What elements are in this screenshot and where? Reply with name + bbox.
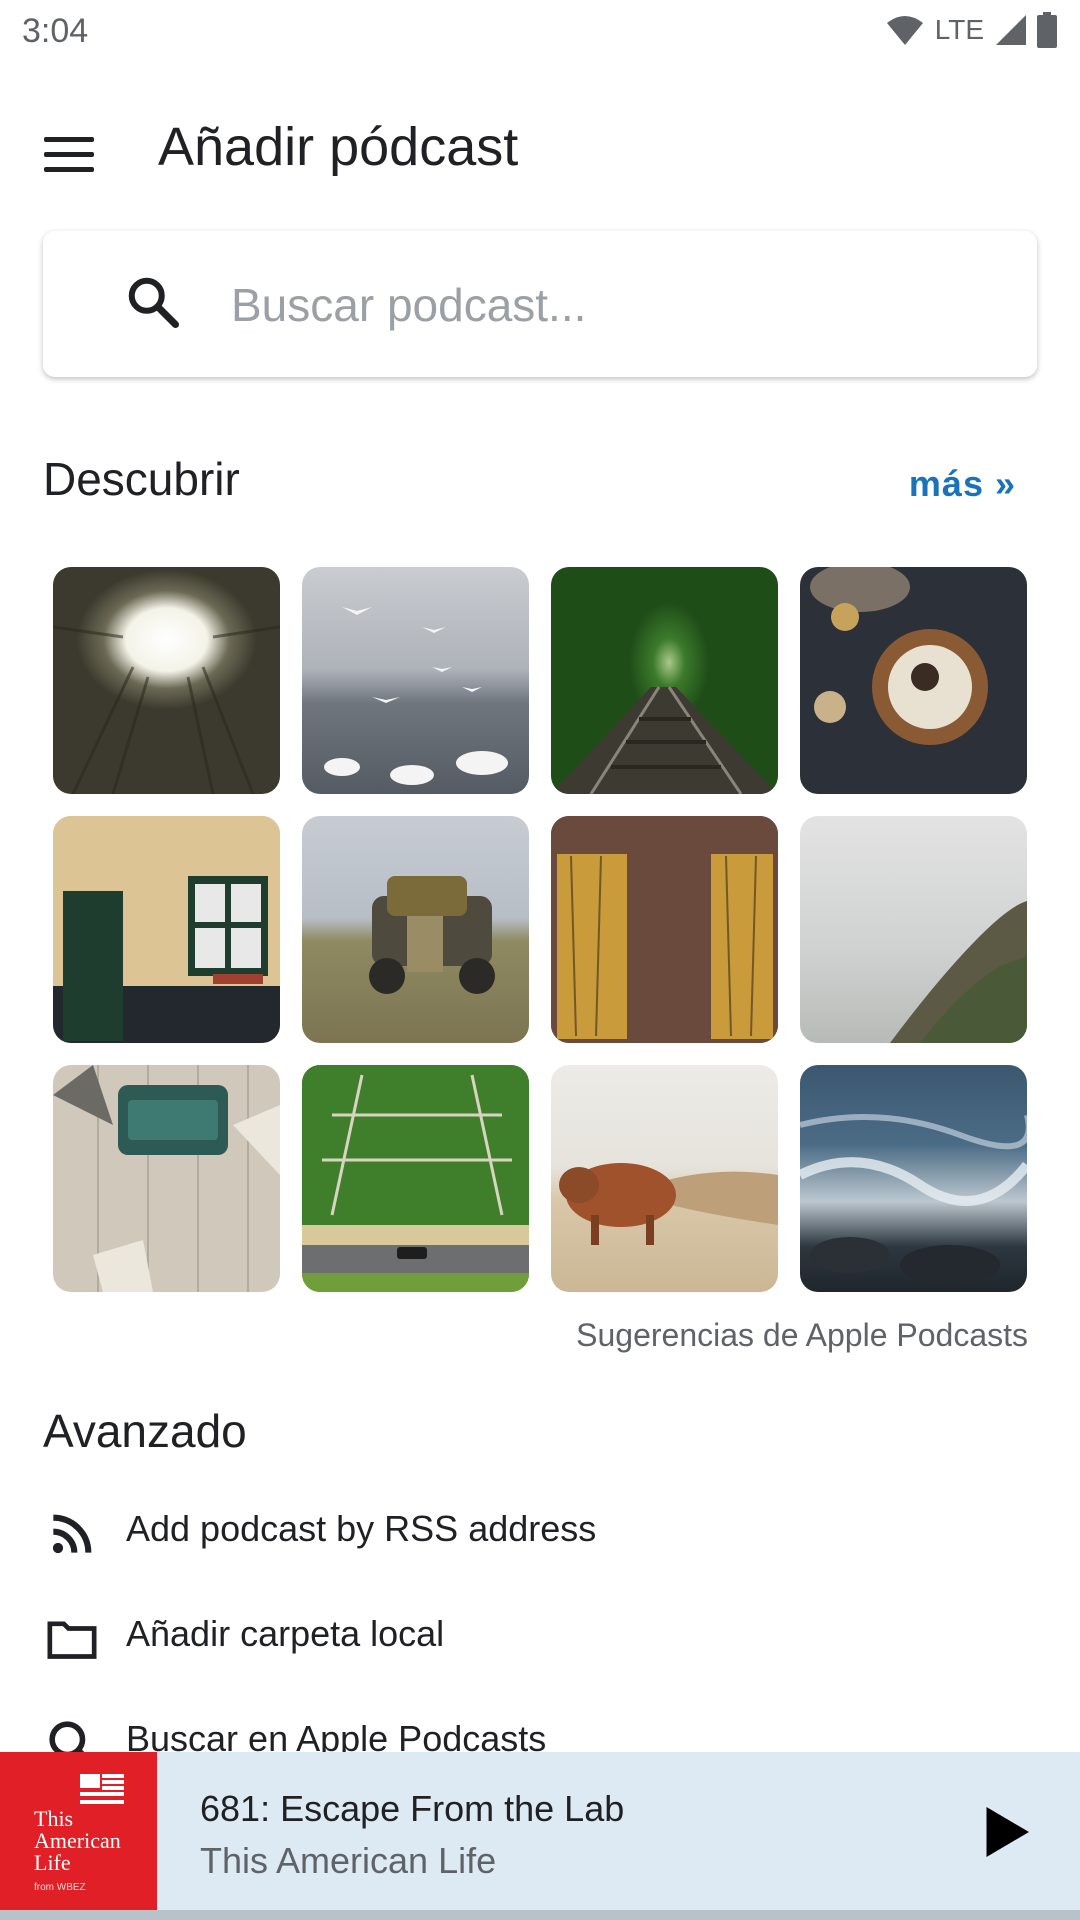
app-bar: Añadir pódcast	[0, 66, 1080, 236]
rss-icon	[52, 1514, 92, 1554]
discover-grid	[53, 567, 1027, 1292]
search-input[interactable]	[229, 231, 1013, 379]
podcast-tile-12[interactable]	[800, 1065, 1027, 1292]
battery-icon	[1037, 12, 1057, 48]
status-time: 3:04	[22, 12, 89, 50]
brick-house-door-image	[53, 816, 280, 1043]
rusty-shutters-image	[551, 816, 778, 1043]
podcast-tile-6[interactable]	[302, 816, 529, 1043]
food-table-image	[810, 567, 988, 745]
podcast-tile-1[interactable]	[53, 567, 280, 794]
add-rss-item[interactable]: Add podcast by RSS address	[0, 1484, 1080, 1584]
search-icon	[128, 277, 179, 328]
episode-title: 681: Escape From the Lab	[200, 1788, 625, 1829]
discover-title: Descubrir	[43, 453, 240, 505]
ocean-waves-image	[800, 1114, 1027, 1285]
typewriter-desk-image	[53, 1065, 280, 1292]
highland-cow-beach-image	[559, 1163, 778, 1245]
play-icon[interactable]	[974, 1802, 1034, 1862]
building-courtyard-image	[53, 625, 280, 794]
podcast-tile-9[interactable]	[53, 1065, 280, 1292]
seagulls-swans-image	[324, 607, 508, 785]
search-box[interactable]	[43, 231, 1037, 379]
artwork-sub-text: from WBEZ	[34, 1882, 86, 1893]
green-field-road-image	[302, 1065, 529, 1292]
podcast-tile-2[interactable]	[302, 567, 529, 794]
artwork-brand-text: This American Life	[34, 1806, 121, 1875]
discover-caption: Sugerencias de Apple Podcasts	[576, 1317, 1028, 1353]
old-truck-field-image	[369, 876, 495, 994]
folder-icon	[47, 1621, 97, 1659]
network-type: LTE	[934, 14, 984, 45]
railway-forest-image	[551, 686, 778, 794]
podcast-tile-11[interactable]	[551, 1065, 778, 1292]
add-rss-label: Add podcast by RSS address	[126, 1508, 597, 1549]
more-link[interactable]: más »	[909, 463, 1016, 505]
foggy-cliff-image	[890, 901, 1027, 1043]
menu-icon[interactable]	[44, 126, 100, 182]
flag-logo-icon	[80, 1774, 124, 1804]
podcast-tile-4[interactable]	[800, 567, 1027, 794]
page-title: Añadir pódcast	[158, 117, 519, 177]
status-bar: 3:04 LTE	[0, 0, 1080, 66]
podcast-tile-10[interactable]	[302, 1065, 529, 1292]
wifi-icon	[886, 16, 923, 45]
add-local-folder-label: Añadir carpeta local	[126, 1613, 445, 1654]
podcast-artwork: This American Life from WBEZ	[0, 1752, 157, 1910]
show-name: This American Life	[200, 1840, 497, 1881]
podcast-tile-5[interactable]	[53, 816, 280, 1043]
mini-player[interactable]: This American Life from WBEZ 681: Escape…	[0, 1752, 1080, 1910]
podcast-tile-7[interactable]	[551, 816, 778, 1043]
podcast-tile-8[interactable]	[800, 816, 1027, 1043]
status-icons: LTE	[885, 12, 1058, 48]
nav-bar-strip	[0, 1910, 1080, 1920]
signal-icon	[996, 15, 1026, 45]
podcast-tile-3[interactable]	[551, 567, 778, 794]
advanced-title: Avanzado	[43, 1405, 247, 1457]
add-local-folder-item[interactable]: Añadir carpeta local	[0, 1589, 1080, 1689]
